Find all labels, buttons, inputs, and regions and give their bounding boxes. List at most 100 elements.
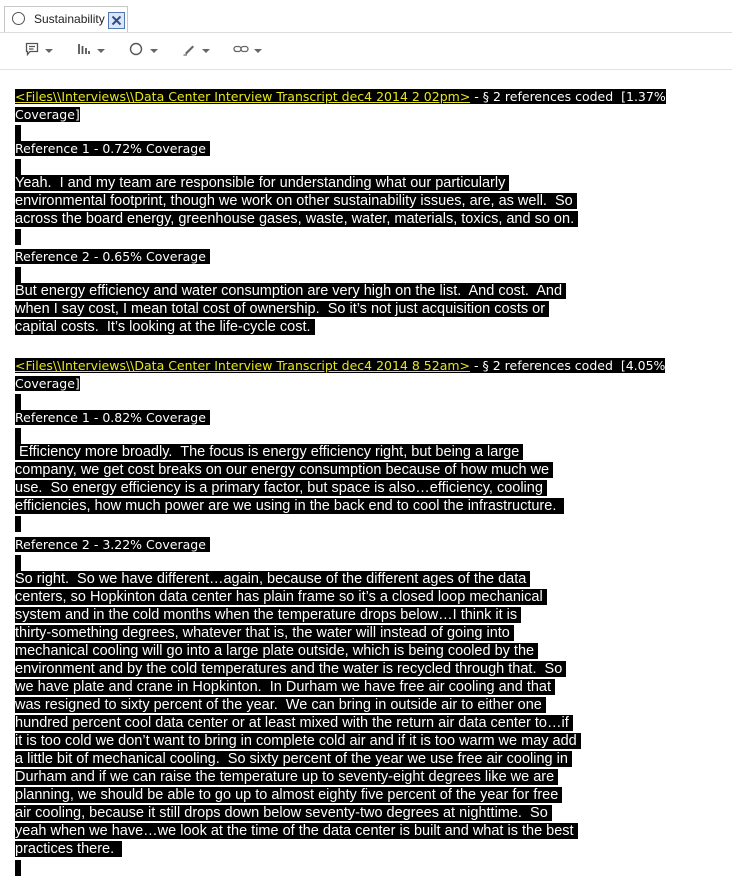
text-run: Yeah. I and my team are responsible for … (15, 175, 510, 191)
chevron-down-icon (97, 49, 105, 53)
text-run: capital costs. It’s looking at the life-… (15, 319, 315, 335)
reference-label-text: Reference 2 - 0.65% Coverage (15, 249, 210, 264)
tab-sustainability[interactable]: Sustainability (4, 6, 128, 32)
text-run: environment and by the cold temperatures… (15, 661, 567, 677)
chart-icon (78, 44, 90, 54)
reference-text-line: company, we get cost breaks on our energ… (15, 461, 554, 479)
close-icon (111, 15, 122, 26)
text-run: air cooling, because it still drops down… (15, 805, 552, 821)
chart-dropdown-button[interactable] (77, 40, 115, 60)
reference-label-text: Reference 1 - 0.72% Coverage (15, 141, 210, 156)
reference-text-line: thirty-something degrees, whatever that … (15, 624, 514, 642)
reference-text-line: when I say cost, I mean total cost of ow… (15, 300, 550, 318)
reference-text-line: So right. So we have different…again, be… (15, 570, 531, 588)
reference-text-line: centers, so Hopkinton data center has pl… (15, 588, 547, 606)
source-summary-continued: Coverage] (15, 106, 80, 124)
shape-dropdown-button[interactable] (129, 40, 167, 60)
tab-label: Sustainability (34, 12, 105, 26)
chevron-down-icon (254, 49, 262, 53)
source-link[interactable]: <Files\\Interviews\\Data Center Intervie… (15, 89, 471, 104)
spacer-mark (15, 229, 21, 245)
tab-bar: Sustainability (0, 0, 732, 33)
coding-report-view: <Files\\Interviews\\Data Center Intervie… (0, 70, 732, 877)
reference-text-line: Efficiency more broadly. The focus is en… (15, 443, 524, 461)
reference-label: Reference 2 - 0.65% Coverage (15, 248, 210, 266)
reference-text-line: system and in the cold months when the t… (15, 606, 522, 624)
text-run: hundred percent cool data center or at l… (15, 715, 573, 731)
text-run: thirty-something degrees, whatever that … (15, 625, 514, 641)
text-run: a little bit of mechanical cooling. So s… (15, 751, 572, 767)
coverage-text: Coverage] (15, 376, 80, 391)
reference-text-line: But energy efficiency and water consumpt… (15, 282, 567, 300)
text-run: yeah when we have…we look at the time of… (15, 823, 578, 839)
source-link[interactable]: <Files\\Interviews\\Data Center Intervie… (15, 358, 471, 373)
source-summary: - § 2 references coded [1.37% (470, 89, 666, 104)
text-run: Efficiency more broadly. The focus is en… (15, 444, 524, 460)
text-run: environmental footprint, though we work … (15, 193, 577, 209)
highlight-icon (183, 45, 194, 56)
reference-text-line: air cooling, because it still drops down… (15, 804, 552, 822)
spacer-mark (15, 428, 21, 444)
highlight-dropdown-button[interactable] (182, 40, 220, 60)
text-run: planning, we should be able to go up to … (15, 787, 563, 803)
source-header: <Files\\Interviews\\Data Center Intervie… (15, 88, 666, 106)
text-run: when I say cost, I mean total cost of ow… (15, 301, 550, 317)
text-run: So right. So we have different…again, be… (15, 571, 531, 587)
reference-label-text: Reference 2 - 3.22% Coverage (15, 537, 210, 552)
text-run: Durham and if we can raise the temperatu… (15, 769, 559, 785)
reference-text-line: yeah when we have…we look at the time of… (15, 822, 578, 840)
reference-text-line: use. So energy efficiency is a primary f… (15, 479, 547, 497)
memo-dropdown-button[interactable] (25, 40, 63, 60)
link-dropdown-button[interactable] (233, 40, 271, 60)
text-run: practices there. (15, 841, 123, 857)
coverage-text: Coverage] (15, 107, 80, 122)
text-run: But energy efficiency and water consumpt… (15, 283, 567, 299)
reference-text-line: practices there. (15, 840, 123, 858)
reference-text-line: across the board energy, greenhouse gase… (15, 210, 579, 228)
source-summary-continued: Coverage] (15, 375, 80, 393)
close-tab-button[interactable] (108, 12, 125, 29)
reference-text-line: environmental footprint, though we work … (15, 192, 577, 210)
reference-text-line: mechanical cooling will go into a large … (15, 642, 539, 660)
reference-label: Reference 1 - 0.82% Coverage (15, 409, 210, 427)
spacer-mark (15, 555, 21, 571)
spacer-mark (15, 125, 21, 141)
chevron-down-icon (202, 49, 210, 53)
reference-label-text: Reference 1 - 0.82% Coverage (15, 410, 210, 425)
reference-text-line: hundred percent cool data center or at l… (15, 714, 573, 732)
reference-text-line: efficiencies, how much power are we usin… (15, 497, 565, 515)
source-header: <Files\\Interviews\\Data Center Intervie… (15, 357, 666, 375)
source-summary: - § 2 references coded [4.05% (470, 358, 666, 373)
text-run: across the board energy, greenhouse gase… (15, 211, 579, 227)
reference-text-line: capital costs. It’s looking at the life-… (15, 318, 315, 336)
reference-text-line: it is too cold we don’t want to bring in… (15, 732, 581, 750)
text-run: centers, so Hopkinton data center has pl… (15, 589, 547, 605)
spacer-mark (15, 394, 21, 410)
reference-text-line: a little bit of mechanical cooling. So s… (15, 750, 572, 768)
reference-label: Reference 1 - 0.72% Coverage (15, 140, 210, 158)
text-run: mechanical cooling will go into a large … (15, 643, 539, 659)
chevron-down-icon (150, 49, 158, 53)
text-run: company, we get cost breaks on our energ… (15, 462, 554, 478)
text-run: efficiencies, how much power are we usin… (15, 498, 565, 514)
text-run: was resigned to sixty percent of the yea… (15, 697, 546, 713)
reference-text-line: Yeah. I and my team are responsible for … (15, 174, 510, 192)
memo-icon (25, 42, 39, 56)
spacer-mark (15, 516, 21, 532)
circle-icon (129, 42, 143, 56)
node-circle-icon (12, 12, 25, 25)
reference-label: Reference 2 - 3.22% Coverage (15, 536, 210, 554)
reference-text-line: we have plate and crane in Hopkinton. In… (15, 678, 556, 696)
spacer-mark (15, 159, 21, 175)
reference-text-line: Durham and if we can raise the temperatu… (15, 768, 559, 786)
text-run: use. So energy efficiency is a primary f… (15, 480, 547, 496)
reference-text-line: was resigned to sixty percent of the yea… (15, 696, 546, 714)
text-run: it is too cold we don’t want to bring in… (15, 733, 581, 749)
text-run: system and in the cold months when the t… (15, 607, 522, 623)
reference-text-line: environment and by the cold temperatures… (15, 660, 567, 678)
spacer-mark (15, 860, 21, 876)
text-run: we have plate and crane in Hopkinton. In… (15, 679, 556, 695)
reference-text-line: planning, we should be able to go up to … (15, 786, 563, 804)
spacer-mark (15, 267, 21, 283)
chevron-down-icon (45, 49, 53, 53)
